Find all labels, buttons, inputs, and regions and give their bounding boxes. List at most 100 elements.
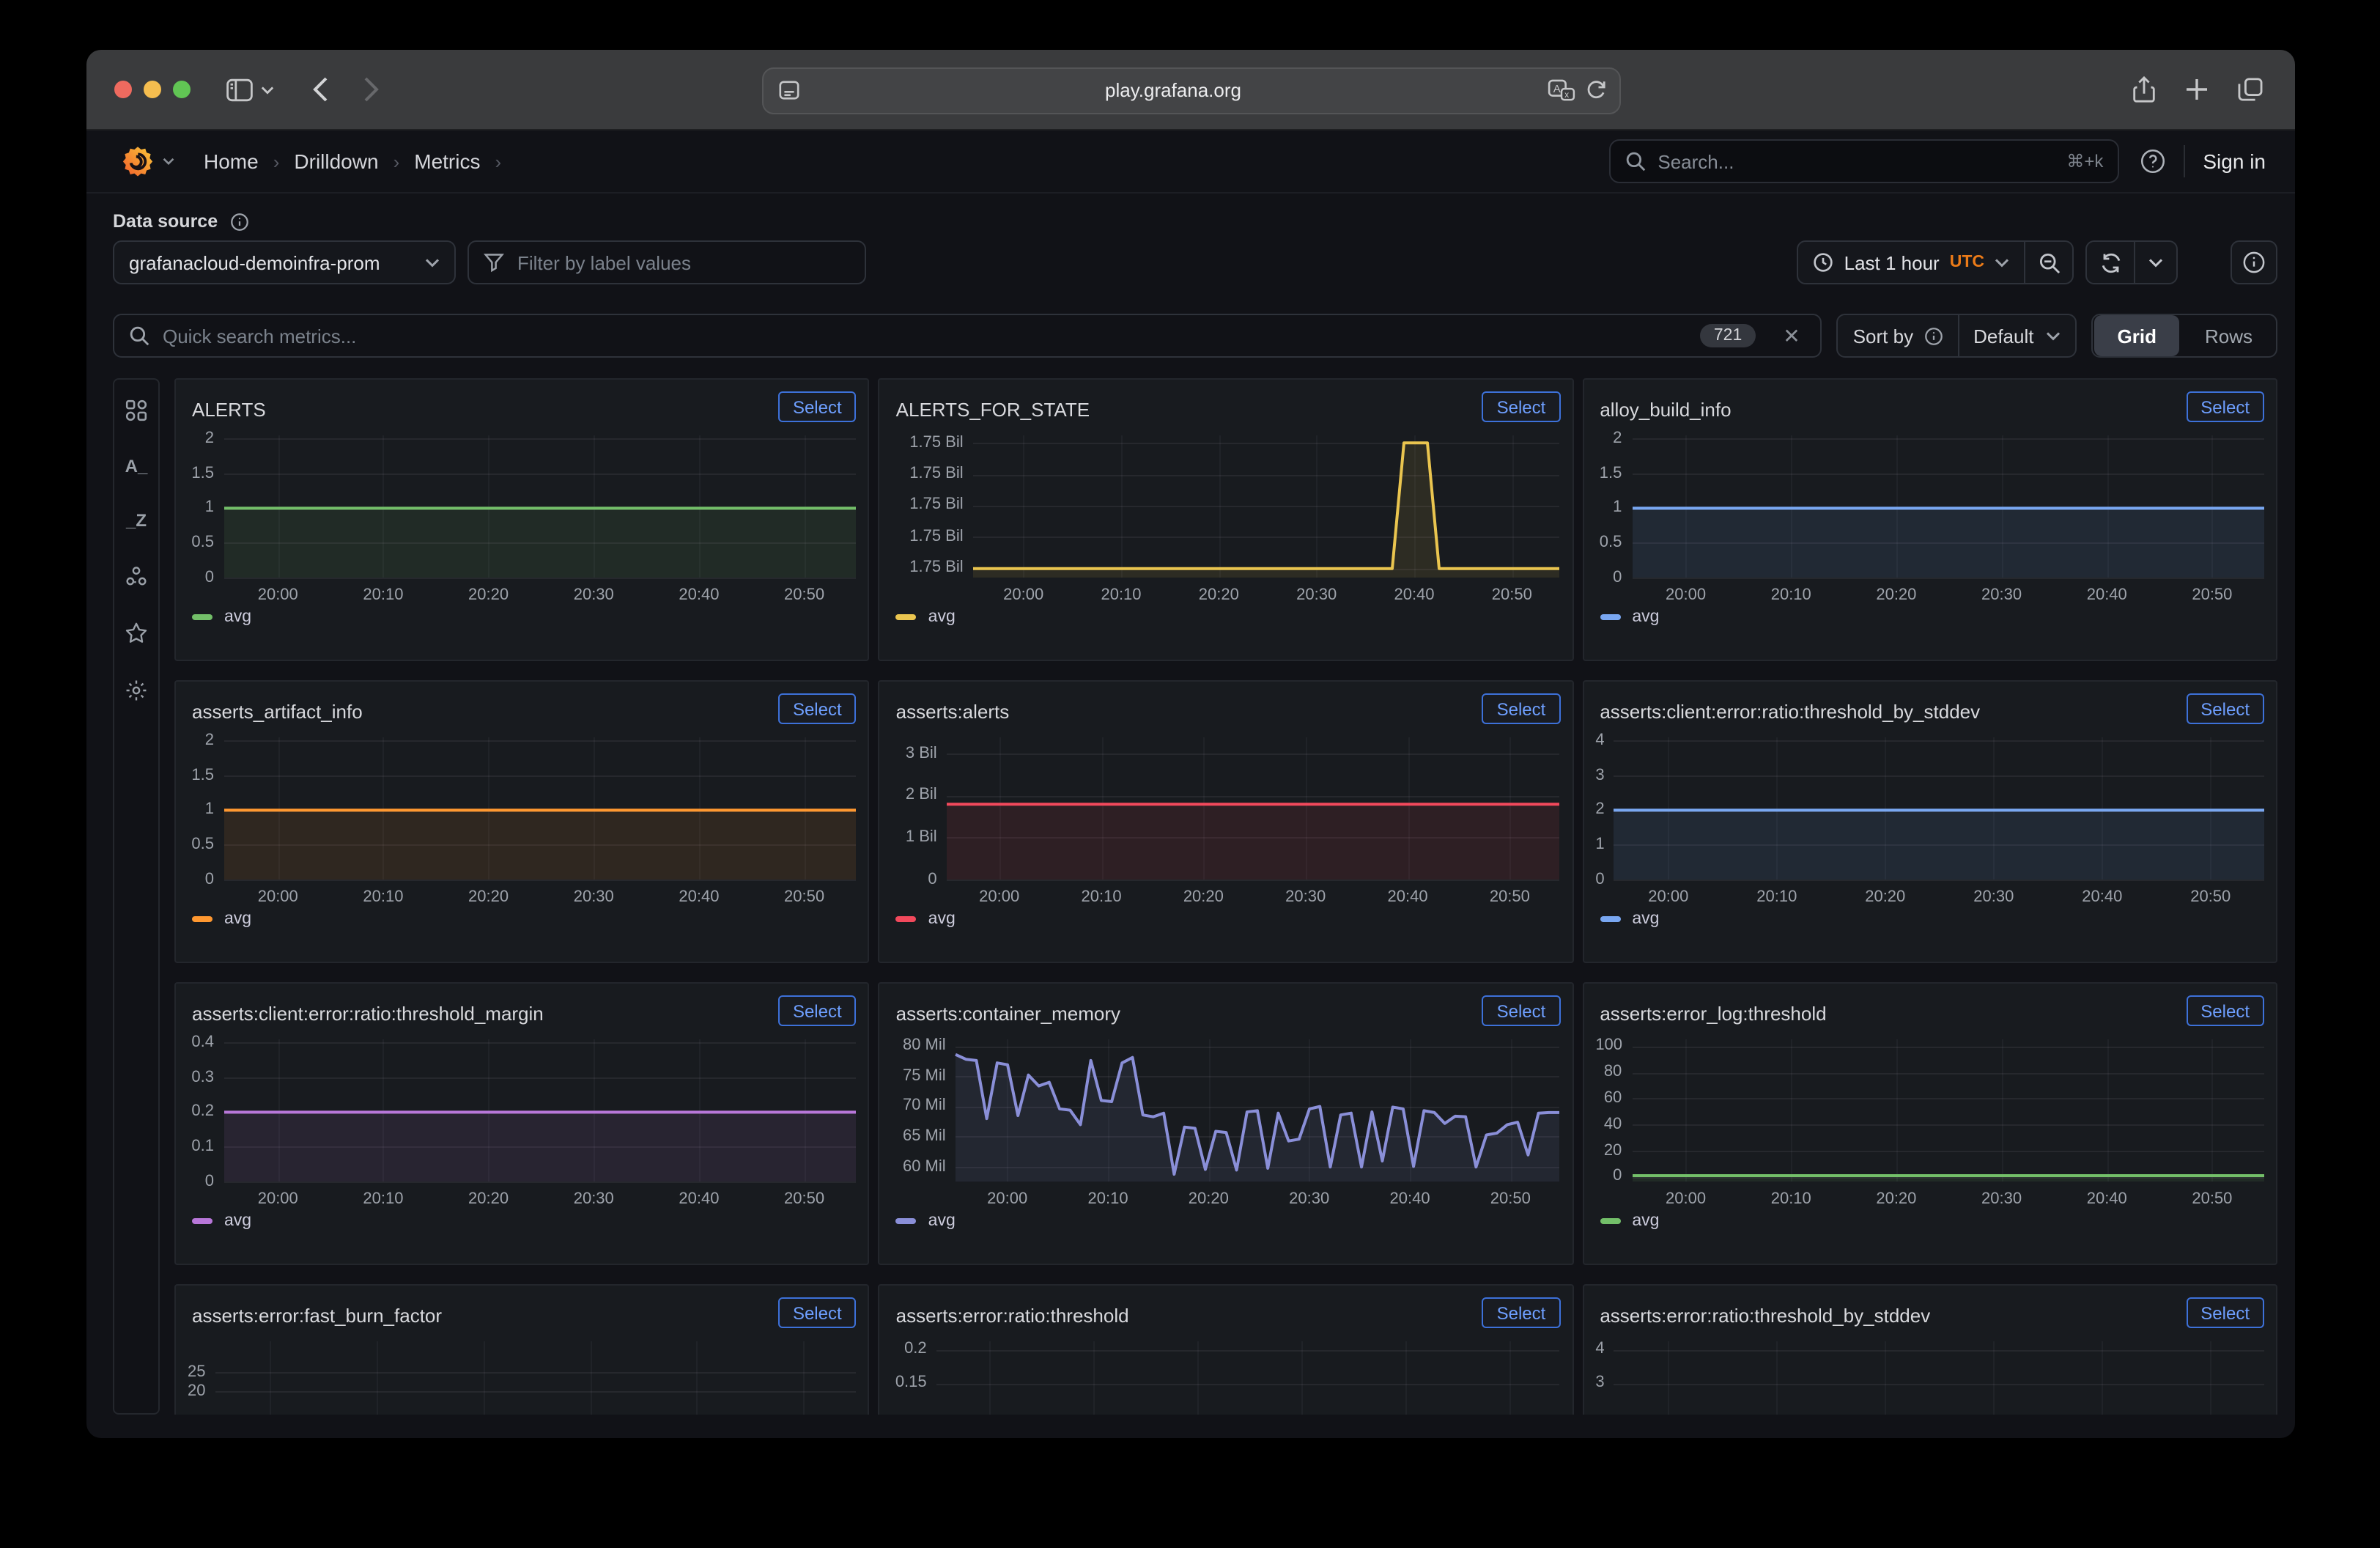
v-gridline (1668, 1341, 1670, 1415)
sort-ascending-icon[interactable]: A_ (125, 456, 148, 476)
apps-grid-icon[interactable] (125, 399, 148, 422)
legend-label[interactable]: avg (1632, 1212, 1659, 1230)
sign-in-button[interactable]: Sign in (2203, 150, 2266, 173)
tab-overview-icon[interactable] (2238, 78, 2263, 101)
x-tick-label: 20:30 (1271, 888, 1341, 906)
grafana-logo[interactable] (122, 145, 154, 177)
sort-by-group: Sort by Default (1837, 314, 2077, 358)
zoom-out-button[interactable] (2025, 242, 2072, 283)
select-button[interactable]: Select (2186, 391, 2264, 422)
metrics-grid: ALERTSSelect21.510.5020:0020:1020:2020:3… (174, 378, 2277, 1415)
global-search-input[interactable]: Search... ⌘+k (1609, 139, 2119, 183)
breadcrumb-home[interactable]: Home (204, 150, 259, 173)
info-icon[interactable] (1923, 326, 1943, 345)
y-tick-label: 4 (1595, 731, 1603, 751)
groups-icon[interactable] (125, 564, 148, 588)
legend-label[interactable]: avg (928, 1212, 956, 1230)
select-button[interactable]: Select (1482, 391, 1561, 422)
y-tick-label: 0.2 (892, 1341, 927, 1360)
select-button[interactable]: Select (1482, 1297, 1561, 1328)
zoom-window-button[interactable] (173, 81, 191, 98)
y-tick-label: 2 (1595, 430, 1622, 449)
view-grid-button[interactable]: Grid (2094, 315, 2180, 356)
svg-text:х: х (1564, 89, 1568, 100)
legend-label[interactable]: avg (928, 910, 956, 928)
metric-panel: ALERTS_FOR_STATESelect1.75 Bil1.75 Bil1.… (879, 378, 1574, 661)
label-filter-input[interactable]: Filter by label values (468, 240, 866, 284)
quick-search-input[interactable]: Quick search metrics... 721 ✕ (113, 314, 1822, 358)
clear-search-icon[interactable]: ✕ (1783, 323, 1800, 348)
breadcrumb-drilldown[interactable]: Drilldown (294, 150, 378, 173)
y-tick-label: 0 (188, 1172, 214, 1191)
series-avg (956, 1039, 1560, 1182)
y-tick-label: 0 (1595, 870, 1603, 889)
x-tick-label: 20:30 (1967, 1190, 2037, 1208)
x-tick-label: 20:00 (1651, 1190, 1721, 1208)
share-icon[interactable] (2132, 75, 2156, 103)
sidebar-toggle-icon[interactable] (226, 77, 254, 102)
legend-label[interactable]: avg (224, 910, 251, 928)
refresh-interval-chevron[interactable] (2135, 242, 2176, 283)
x-tick-label: 20:40 (2072, 1190, 2142, 1208)
star-icon[interactable] (125, 622, 148, 645)
help-icon[interactable] (2140, 148, 2166, 174)
v-gridline (484, 1341, 485, 1415)
y-tick-label: 2 Bil (892, 786, 937, 806)
data-source-select[interactable]: grafanacloud-demoinfra-prom (113, 240, 456, 284)
series-avg (224, 435, 856, 578)
y-tick-label: 0.5 (188, 836, 214, 855)
time-range-picker[interactable]: Last 1 hour UTC (1799, 242, 2024, 283)
new-tab-icon[interactable] (2185, 78, 2209, 101)
breadcrumb-metrics[interactable]: Metrics (414, 150, 480, 173)
y-tick-label: 0.1 (188, 1138, 214, 1157)
metric-panel: asserts:error:ratio:thresholdSelect0.20.… (879, 1284, 1574, 1415)
metric-panel: asserts:client:error:ratio:threshold_mar… (174, 982, 870, 1265)
select-button[interactable]: Select (778, 391, 857, 422)
h-gridline (947, 880, 1560, 881)
translate-icon[interactable]: Aх (1547, 79, 1575, 101)
x-tick-label: 20:30 (1282, 586, 1352, 604)
y-tick-label: 4 (1595, 1341, 1603, 1360)
x-tick-label: 20:40 (2072, 586, 2142, 604)
legend-label[interactable]: avg (928, 608, 956, 626)
select-button[interactable]: Select (1482, 693, 1561, 724)
y-tick-label: 0.4 (188, 1033, 214, 1053)
page-format-icon[interactable] (777, 79, 799, 101)
x-tick-label: 20:20 (454, 888, 524, 906)
y-tick-label: 65 Mil (892, 1127, 946, 1146)
select-button[interactable]: Select (778, 995, 857, 1026)
sort-descending-icon[interactable]: _Z (126, 510, 147, 531)
legend-label[interactable]: avg (1632, 608, 1659, 626)
select-button[interactable]: Select (778, 693, 857, 724)
legend-label[interactable]: avg (1632, 910, 1659, 928)
sort-value-select[interactable]: Default (1959, 315, 2074, 356)
sidebar-chevron-icon[interactable] (261, 84, 274, 95)
address-bar[interactable]: play.grafana.org Aх (761, 67, 1620, 114)
view-rows-button[interactable]: Rows (2181, 315, 2276, 356)
panel-info-button[interactable] (2231, 240, 2277, 284)
y-tick-label: 0.5 (1595, 534, 1622, 553)
legend-label[interactable]: avg (224, 608, 251, 626)
close-window-button[interactable] (114, 81, 132, 98)
select-button[interactable]: Select (1482, 995, 1561, 1026)
y-tick-label: 1.5 (188, 464, 214, 483)
y-tick-label: 1 (188, 800, 214, 819)
forward-button[interactable] (363, 76, 380, 103)
settings-gear-icon[interactable] (125, 679, 148, 702)
legend-label[interactable]: avg (224, 1212, 251, 1230)
x-tick-label: 20:20 (1861, 586, 1932, 604)
select-button[interactable]: Select (2186, 1297, 2264, 1328)
select-button[interactable]: Select (2186, 693, 2264, 724)
org-switcher-chevron-icon[interactable] (163, 157, 174, 166)
reload-icon[interactable] (1585, 79, 1605, 101)
metric-panel: asserts:error:fast_burn_factorSelect2520… (174, 1284, 870, 1415)
select-button[interactable]: Select (2186, 995, 2264, 1026)
refresh-button[interactable] (2087, 242, 2134, 283)
select-button[interactable]: Select (778, 1297, 857, 1328)
y-tick-label: 0 (1595, 1168, 1622, 1187)
y-tick-label: 60 Mil (892, 1157, 946, 1176)
minimize-window-button[interactable] (144, 81, 161, 98)
info-icon[interactable] (229, 212, 248, 231)
back-button[interactable] (312, 76, 328, 103)
series-avg (947, 737, 1560, 880)
